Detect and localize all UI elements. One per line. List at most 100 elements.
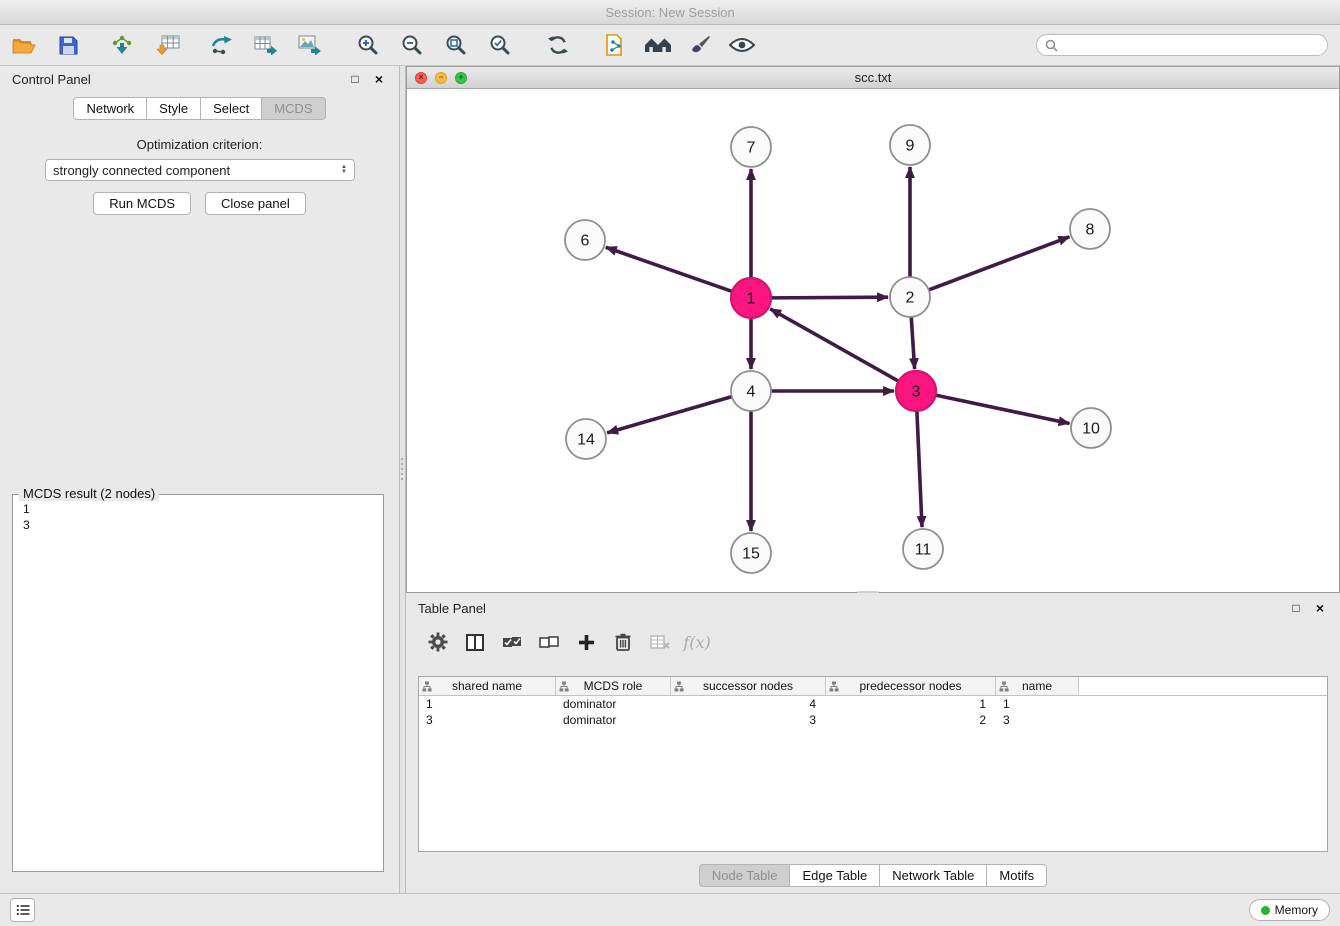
mcds-result-list[interactable]: 13 <box>13 495 383 539</box>
zoom-out-icon[interactable] <box>398 31 426 59</box>
graph-node-4[interactable]: 4 <box>731 371 771 411</box>
splitter-grip-icon <box>401 458 403 480</box>
mcds-result-title: MCDS result (2 nodes) <box>19 486 159 501</box>
network-canvas[interactable]: 7 9 6 8 1 2 4 3 14 10 15 11 <box>407 89 1339 592</box>
optimization-criterion-label: Optimization criterion: <box>0 137 399 152</box>
graph-node-15[interactable]: 15 <box>731 533 771 573</box>
mcds-result-item[interactable]: 1 <box>23 501 373 517</box>
search-box[interactable] <box>1036 34 1328 56</box>
table-panel-close-icon[interactable]: × <box>1312 600 1328 616</box>
table-row[interactable]: 1dominator411 <box>419 696 1327 712</box>
close-panel-button[interactable]: Close panel <box>205 192 306 215</box>
unselect-all-icon[interactable] <box>539 631 559 653</box>
tab-network[interactable]: Network <box>73 97 147 120</box>
fx-label: f(x) <box>683 633 710 652</box>
export-image-icon[interactable] <box>296 31 324 59</box>
graph-node-8[interactable]: 8 <box>1070 209 1110 249</box>
tab-style[interactable]: Style <box>147 97 201 120</box>
column-header-MCDS-role[interactable]: MCDS role <box>556 677 671 695</box>
tab-edge-table[interactable]: Edge Table <box>790 864 880 887</box>
table-cell[interactable]: 2 <box>826 712 996 728</box>
style-brush-icon[interactable] <box>686 31 714 59</box>
graph-edge-1-6[interactable] <box>606 247 732 291</box>
graph-edge-1-2[interactable] <box>771 297 888 298</box>
show-graphics-details-icon[interactable] <box>728 31 756 59</box>
open-session-icon[interactable] <box>10 31 38 59</box>
network-window-titlebar[interactable]: × − + scc.txt <box>407 67 1339 89</box>
select-all-icon[interactable] <box>502 631 522 653</box>
control-panel-float-icon[interactable]: □ <box>347 71 363 87</box>
table-panel-float-icon[interactable]: □ <box>1288 600 1304 616</box>
tab-select[interactable]: Select <box>201 97 262 120</box>
graph-node-10[interactable]: 10 <box>1071 408 1111 448</box>
delete-row-icon[interactable] <box>613 631 633 653</box>
svg-text:14: 14 <box>577 432 595 449</box>
graph-node-9[interactable]: 9 <box>890 125 930 165</box>
window-titlebar[interactable]: Session: New Session <box>0 0 1340 25</box>
tab-mcds[interactable]: MCDS <box>262 97 325 120</box>
maximize-window-icon[interactable]: + <box>455 72 467 84</box>
minimize-window-icon[interactable]: − <box>435 72 447 84</box>
table-cell[interactable]: 4 <box>671 696 826 712</box>
column-header-name[interactable]: name <box>996 677 1079 695</box>
graph-edge-3-1[interactable] <box>770 309 898 381</box>
tab-network-table[interactable]: Network Table <box>880 864 987 887</box>
share-network-icon[interactable] <box>602 31 630 59</box>
open-folder-glyph <box>12 36 36 55</box>
graph-node-6[interactable]: 6 <box>565 220 605 260</box>
export-table-icon[interactable] <box>252 31 280 59</box>
column-header-shared-name[interactable]: shared name <box>419 677 556 695</box>
import-table-icon[interactable] <box>154 31 182 59</box>
table-settings-icon[interactable] <box>428 631 448 653</box>
main-toolbar <box>0 25 1340 66</box>
table-cell[interactable]: dominator <box>556 696 671 712</box>
criterion-dropdown[interactable]: strongly connected component ▲▼ <box>45 159 355 181</box>
save-session-icon[interactable] <box>54 31 82 59</box>
delete-table-icon[interactable] <box>650 631 670 653</box>
graph-edge-3-10[interactable] <box>936 395 1070 423</box>
table-cell[interactable]: 1 <box>996 696 1079 712</box>
mcds-result-item[interactable]: 3 <box>23 517 373 533</box>
zoom-selected-icon[interactable] <box>486 31 514 59</box>
table-cell[interactable]: 1 <box>826 696 996 712</box>
zoom-in-icon[interactable] <box>354 31 382 59</box>
add-row-icon[interactable] <box>576 631 596 653</box>
graph-node-2[interactable]: 2 <box>890 277 930 317</box>
graph-node-1[interactable]: 1 <box>731 278 771 318</box>
graph-node-3[interactable]: 3 <box>896 371 936 411</box>
control-panel-close-icon[interactable]: × <box>371 71 387 87</box>
svg-text:4: 4 <box>747 384 756 401</box>
status-menu-button[interactable] <box>10 898 35 922</box>
table-cell[interactable]: 3 <box>996 712 1079 728</box>
tab-node-table[interactable]: Node Table <box>699 864 791 887</box>
column-header-predecessor-nodes[interactable]: predecessor nodes <box>826 677 996 695</box>
graph-node-7[interactable]: 7 <box>731 127 771 167</box>
table-cell[interactable]: 3 <box>671 712 826 728</box>
graph-edge-2-3[interactable] <box>911 317 914 369</box>
run-mcds-button[interactable]: Run MCDS <box>93 192 191 215</box>
column-header-successor-nodes[interactable]: successor nodes <box>671 677 826 695</box>
close-window-icon[interactable]: × <box>415 72 427 84</box>
export-network-icon[interactable] <box>208 31 236 59</box>
graph-edge-2-8[interactable] <box>929 237 1070 290</box>
tab-motifs[interactable]: Motifs <box>987 864 1047 887</box>
home-icon[interactable] <box>644 31 672 59</box>
table-cell[interactable]: 3 <box>419 712 556 728</box>
function-builder-icon[interactable]: f(x) <box>687 631 707 653</box>
memory-button[interactable]: Memory <box>1249 899 1330 921</box>
graph-edge-3-11[interactable] <box>917 411 922 527</box>
table-cell[interactable]: dominator <box>556 712 671 728</box>
zoom-fit-icon[interactable] <box>442 31 470 59</box>
graph-edge-4-14[interactable] <box>607 397 732 433</box>
import-network-icon[interactable] <box>108 31 136 59</box>
show-columns-icon[interactable] <box>465 631 485 653</box>
zoom-fit-glyph <box>445 34 467 56</box>
import-network-glyph <box>110 35 134 55</box>
table-cell[interactable]: 1 <box>419 696 556 712</box>
table-row[interactable]: 3dominator323 <box>419 712 1327 728</box>
graph-node-11[interactable]: 11 <box>903 529 943 569</box>
apply-layout-icon[interactable] <box>544 31 572 59</box>
column-label: shared name <box>452 679 522 693</box>
search-input[interactable] <box>1063 38 1319 52</box>
graph-node-14[interactable]: 14 <box>566 419 606 459</box>
